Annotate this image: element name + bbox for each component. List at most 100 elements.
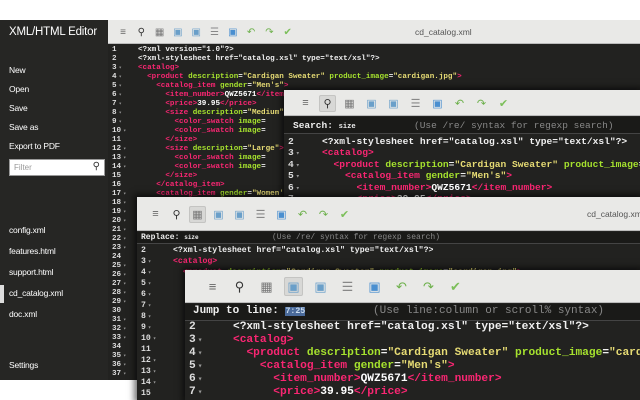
search-button[interactable]: ⚲ [319, 94, 336, 112]
file-cd-catalog-xml[interactable]: cd_catalog.xml [9, 288, 63, 298]
file-features-html[interactable]: features.html [9, 246, 56, 256]
menu-button[interactable]: ≡ [115, 24, 131, 40]
undo-button[interactable]: ↶ [392, 277, 411, 296]
fold-arrow-icon[interactable]: ▾ [148, 302, 151, 309]
code-area[interactable]: 2 <?xml-stylesheet href="catalog.xsl" typ… [284, 135, 640, 203]
document-edit-button[interactable]: ▣ [231, 206, 248, 223]
fold-arrow-icon[interactable]: ▾ [123, 353, 126, 359]
document-add-button[interactable]: ▣ [170, 24, 186, 40]
fold-arrow-icon[interactable]: ▾ [123, 263, 126, 269]
search-button[interactable]: ⚲ [230, 277, 249, 296]
undo-button[interactable]: ↶ [294, 206, 311, 223]
fold-arrow-icon[interactable]: ▾ [123, 317, 126, 323]
fold-arrow-icon[interactable]: ▾ [119, 65, 122, 71]
list-button[interactable]: ☰ [207, 24, 223, 40]
binoculars-button[interactable]: ▦ [152, 24, 168, 40]
menu-new[interactable]: New [9, 65, 26, 75]
fold-arrow-icon[interactable]: ▾ [153, 368, 156, 375]
check-button[interactable]: ✔ [495, 95, 512, 112]
fold-arrow-icon[interactable]: ▾ [123, 164, 126, 170]
redo-button[interactable]: ↷ [261, 24, 277, 40]
fold-arrow-icon[interactable]: ▾ [198, 388, 203, 397]
menu-export-pdf[interactable]: Export to PDF [9, 141, 60, 151]
undo-button[interactable]: ↶ [451, 95, 468, 112]
filter-input[interactable]: Filter ⚲ [9, 159, 105, 176]
fold-arrow-icon[interactable]: ▾ [296, 173, 300, 181]
fold-arrow-icon[interactable]: ▾ [123, 272, 126, 278]
document-edit-button[interactable]: ▣ [188, 24, 204, 40]
fold-arrow-icon[interactable]: ▾ [123, 128, 126, 134]
fold-arrow-icon[interactable]: ▾ [198, 375, 203, 384]
menu-save-as[interactable]: Save as [9, 122, 39, 132]
code-area[interactable]: 2 <?xml-stylesheet href="catalog.xsl" typ… [185, 321, 640, 400]
fold-arrow-icon[interactable]: ▾ [123, 326, 126, 332]
jump-bar[interactable]: Jump to line: 7:25 (Use line:column or s… [185, 304, 640, 321]
fold-arrow-icon[interactable]: ▾ [296, 162, 300, 170]
fold-arrow-icon[interactable]: ▾ [153, 379, 156, 386]
redo-button[interactable]: ↷ [315, 206, 332, 223]
fold-arrow-icon[interactable]: ▾ [119, 110, 122, 116]
file-support-html[interactable]: support.html [9, 267, 54, 277]
fold-arrow-icon[interactable]: ▾ [123, 290, 126, 296]
fold-arrow-icon[interactable]: ▾ [123, 155, 126, 161]
replace-bar[interactable]: Replace: size (Use /re/ syntax for regex… [137, 232, 640, 244]
jump-document-button[interactable]: ▣ [429, 95, 446, 112]
fold-arrow-icon[interactable]: ▾ [123, 146, 126, 152]
search-bar[interactable]: Search: size (Use /re/ syntax for regexp… [284, 117, 640, 134]
fold-arrow-icon[interactable]: ▾ [123, 371, 126, 377]
fold-arrow-icon[interactable]: ▾ [148, 324, 151, 331]
menu-save[interactable]: Save [9, 103, 28, 113]
fold-arrow-icon[interactable]: ▾ [123, 236, 126, 242]
fold-arrow-icon[interactable]: ▾ [148, 313, 151, 320]
fold-arrow-icon[interactable]: ▾ [123, 245, 126, 251]
document-add-button[interactable]: ▣ [210, 206, 227, 223]
file-doc-xml[interactable]: doc.xml [9, 309, 37, 319]
check-button[interactable]: ✔ [280, 24, 296, 40]
fold-arrow-icon[interactable]: ▾ [123, 362, 126, 368]
menu-open[interactable]: Open [9, 84, 29, 94]
binoculars-button[interactable]: ▦ [189, 205, 206, 223]
list-button[interactable]: ☰ [338, 277, 357, 296]
jump-document-button[interactable]: ▣ [365, 277, 384, 296]
document-add-button[interactable]: ▣ [363, 95, 380, 112]
menu-button[interactable]: ≡ [297, 95, 314, 112]
binoculars-button[interactable]: ▦ [257, 277, 276, 296]
replace-value[interactable]: size [184, 234, 198, 241]
fold-arrow-icon[interactable]: ▾ [123, 299, 126, 305]
fold-arrow-icon[interactable]: ▾ [123, 191, 126, 197]
file-config-xml[interactable]: config.xml [9, 225, 45, 235]
fold-arrow-icon[interactable]: ▾ [198, 336, 203, 345]
fold-arrow-icon[interactable]: ▾ [123, 218, 126, 224]
search-button[interactable]: ⚲ [133, 24, 149, 40]
fold-arrow-icon[interactable]: ▾ [153, 335, 156, 342]
redo-button[interactable]: ↷ [473, 95, 490, 112]
fold-arrow-icon[interactable]: ▾ [119, 101, 122, 107]
fold-arrow-icon[interactable]: ▾ [148, 269, 151, 276]
fold-arrow-icon[interactable]: ▾ [123, 281, 126, 287]
document-edit-button[interactable]: ▣ [311, 277, 330, 296]
undo-button[interactable]: ↶ [243, 24, 259, 40]
check-button[interactable]: ✔ [446, 277, 465, 296]
jump-document-button[interactable]: ▣ [225, 24, 241, 40]
fold-arrow-icon[interactable]: ▾ [198, 349, 203, 358]
settings-link[interactable]: Settings [9, 360, 38, 370]
fold-arrow-icon[interactable]: ▾ [119, 119, 122, 125]
fold-arrow-icon[interactable]: ▾ [119, 92, 122, 98]
search-value[interactable]: size [339, 123, 356, 131]
redo-button[interactable]: ↷ [419, 277, 438, 296]
fold-arrow-icon[interactable]: ▾ [123, 209, 126, 215]
fold-arrow-icon[interactable]: ▾ [148, 258, 151, 265]
fold-arrow-icon[interactable]: ▾ [148, 291, 151, 298]
document-edit-button[interactable]: ▣ [385, 95, 402, 112]
jump-value[interactable]: 7:25 [285, 307, 306, 316]
list-button[interactable]: ☰ [407, 95, 424, 112]
fold-arrow-icon[interactable]: ▾ [119, 74, 122, 80]
menu-button[interactable]: ≡ [203, 277, 222, 296]
fold-arrow-icon[interactable]: ▾ [119, 83, 122, 89]
fold-arrow-icon[interactable]: ▾ [153, 357, 156, 364]
fold-arrow-icon[interactable]: ▾ [296, 150, 300, 158]
fold-arrow-icon[interactable]: ▾ [148, 280, 151, 287]
fold-arrow-icon[interactable]: ▾ [123, 335, 126, 341]
fold-arrow-icon[interactable]: ▾ [123, 227, 126, 233]
fold-arrow-icon[interactable]: ▾ [123, 200, 126, 206]
